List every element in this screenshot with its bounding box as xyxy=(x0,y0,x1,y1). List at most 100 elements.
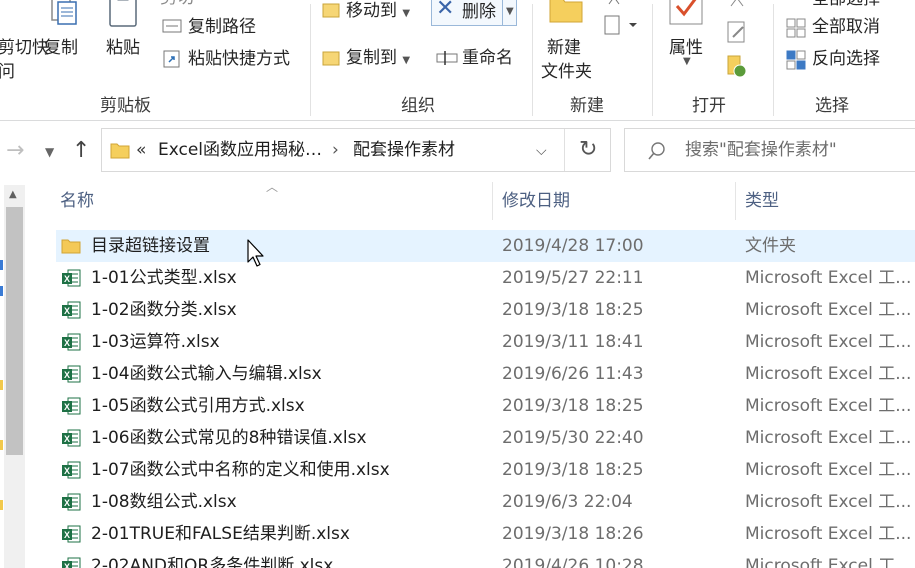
excel-icon: X xyxy=(62,557,81,568)
file-modified-date: 2019/5/27 22:11 xyxy=(502,268,644,288)
column-header-date[interactable]: 修改日期 xyxy=(502,190,570,212)
new-folder-label-1[interactable]: 新建 xyxy=(547,38,581,58)
address-bar[interactable]: « Excel函数应用揭秘… › 配套操作素材 ⌵ ↻ xyxy=(101,128,611,172)
edit-icon[interactable] xyxy=(725,20,749,44)
file-modified-date: 2019/4/28 17:00 xyxy=(502,236,644,256)
svg-text:X: X xyxy=(64,530,70,540)
delete-button[interactable]: ✕ 删除 ▼ xyxy=(431,0,517,26)
clipboard-group-label: 剪贴板 xyxy=(100,96,151,116)
open-icon[interactable] xyxy=(727,0,747,8)
svg-text:X: X xyxy=(64,498,70,508)
copy-to-button[interactable]: 复制到 ▼ xyxy=(346,48,410,71)
nav-pane-scrollbar[interactable]: ▲ xyxy=(4,185,25,568)
excel-icon: X xyxy=(62,301,81,319)
file-name: 1-07函数公式中名称的定义和使用.xlsx xyxy=(91,460,390,480)
column-header-type[interactable]: 类型 xyxy=(745,190,779,212)
file-name: 1-05函数公式引用方式.xlsx xyxy=(91,396,305,416)
address-dropdown-chevron-icon[interactable]: ⌵ xyxy=(536,143,547,159)
address-divider xyxy=(564,129,565,171)
move-to-label: 移动到 xyxy=(346,1,397,21)
column-divider[interactable] xyxy=(492,182,493,220)
file-row[interactable]: X 1-04函数公式输入与编辑.xlsx 2019/6/26 11:43 Micros… xyxy=(56,358,915,390)
excel-icon: X xyxy=(62,269,81,287)
file-row[interactable]: X 1-01公式类型.xlsx 2019/5/27 22:11 Microsoft E… xyxy=(56,262,915,294)
up-arrow-icon[interactable]: ↑ xyxy=(72,140,90,162)
file-type: Microsoft Excel 工... xyxy=(745,492,912,512)
chevron-down-icon[interactable]: ▼ xyxy=(506,6,514,17)
file-type: Microsoft Excel 工... xyxy=(745,460,912,480)
search-box[interactable]: 搜索"配套操作素材" xyxy=(624,128,915,172)
cut-button-label[interactable]: 剪切快 xyxy=(0,38,49,58)
file-row[interactable]: X 2-01TRUE和FALSE结果判断.xlsx 2019/3/18 18:26 M… xyxy=(56,518,915,550)
svg-text:X: X xyxy=(64,274,70,284)
paste-shortcut-button[interactable]: 粘贴快捷方式 xyxy=(188,49,290,69)
file-row[interactable]: X 1-02函数分类.xlsx 2019/3/18 18:25 Microsoft E… xyxy=(56,294,915,326)
move-to-button[interactable]: 移动到 ▼ xyxy=(346,1,410,24)
select-none-icon xyxy=(786,18,806,38)
column-divider[interactable] xyxy=(735,182,736,220)
chevron-down-icon[interactable]: ▼ xyxy=(683,56,691,67)
file-type: Microsoft Excel 工... xyxy=(745,300,912,320)
file-type: Microsoft Excel 工... xyxy=(745,364,912,384)
file-modified-date: 2019/3/18 18:25 xyxy=(502,396,644,416)
file-row[interactable]: X 1-03运算符.xlsx 2019/3/11 18:41 Microsoft Ex… xyxy=(56,326,915,358)
delete-icon: ✕ xyxy=(436,0,455,21)
history-icon[interactable] xyxy=(725,54,749,80)
file-modified-date: 2019/3/18 18:26 xyxy=(502,524,644,544)
copy-path-button[interactable]: 复制路径 xyxy=(188,17,256,37)
file-modified-date: 2019/6/3 22:04 xyxy=(502,492,633,512)
file-name: 1-02函数分类.xlsx xyxy=(91,300,237,320)
delete-label: 删除 xyxy=(462,2,496,22)
copy-icon xyxy=(51,0,77,25)
file-list[interactable]: ︿ 名称 修改日期 类型 目录超链接设置 2019/4/28 17:00 文件夹 X 1… xyxy=(30,180,915,568)
file-row[interactable]: X 2-02AND和OR多条件判断.xlsx 2019/4/26 10:28 Micr… xyxy=(56,550,915,568)
rename-button[interactable]: 重命名 xyxy=(462,48,513,68)
copy-path-icon xyxy=(162,19,182,33)
file-name: 1-08数组公式.xlsx xyxy=(91,492,237,512)
search-input[interactable]: 搜索"配套操作素材" xyxy=(685,140,837,160)
copy-button[interactable]: 复制 xyxy=(44,38,78,58)
breadcrumb-overflow[interactable]: « xyxy=(136,140,146,160)
file-row[interactable]: X 1-08数组公式.xlsx 2019/6/3 22:04 Microsoft Ex… xyxy=(56,486,915,518)
select-none-button[interactable]: 全部取消 xyxy=(812,17,880,37)
breadcrumb-item-current[interactable]: 配套操作素材 xyxy=(353,140,455,160)
new-folder-label-2[interactable]: 文件夹 xyxy=(541,62,592,82)
file-row[interactable]: X 1-07函数公式中名称的定义和使用.xlsx 2019/3/18 18:25 Mi… xyxy=(56,454,915,486)
excel-icon: X xyxy=(62,429,81,447)
paste-icon xyxy=(109,0,137,27)
file-name: 1-03运算符.xlsx xyxy=(91,332,220,352)
file-row[interactable]: X 1-06函数公式常见的8种错误值.xlsx 2019/5/30 22:40 Mic… xyxy=(56,422,915,454)
folder-icon xyxy=(110,143,130,159)
easy-access-icon[interactable] xyxy=(603,14,639,36)
mouse-cursor-icon xyxy=(247,239,264,267)
paste-button[interactable]: 粘贴 xyxy=(106,38,140,58)
svg-text:X: X xyxy=(64,402,70,412)
invert-selection-button[interactable]: 反向选择 xyxy=(812,49,880,69)
copy-to-label: 复制到 xyxy=(346,48,397,68)
forward-arrow-icon[interactable]: → xyxy=(6,140,24,162)
properties-button[interactable]: 属性 xyxy=(669,38,703,58)
refresh-icon[interactable]: ↻ xyxy=(579,137,597,163)
organize-group-label: 组织 xyxy=(401,96,435,116)
cut-button-label-2[interactable]: 问 xyxy=(0,62,15,82)
ribbon: 剪切快 问 复制 粘贴 剪切 复制路径 粘贴快捷方式 剪贴板 移动到 ▼ ✕ 删… xyxy=(0,0,915,121)
file-type: Microsoft Excel 工... xyxy=(745,524,912,544)
search-icon xyxy=(648,142,665,160)
breadcrumb-item-parent[interactable]: Excel函数应用揭秘… xyxy=(158,140,322,160)
file-type: Microsoft Excel 工... xyxy=(745,268,912,288)
recent-locations-chevron-icon[interactable]: ▼ xyxy=(45,141,54,163)
select-all-button[interactable]: 全部选择 xyxy=(812,0,880,9)
file-name: 2-02AND和OR多条件判断.xlsx xyxy=(91,556,334,568)
new-item-icon[interactable] xyxy=(605,0,623,6)
group-separator xyxy=(652,4,653,116)
file-row[interactable]: 目录超链接设置 2019/4/28 17:00 文件夹 xyxy=(56,230,915,262)
breadcrumb-separator[interactable]: › xyxy=(332,140,339,160)
file-type: Microsoft Excel 工... xyxy=(745,428,912,448)
file-row[interactable]: X 1-05函数公式引用方式.xlsx 2019/3/18 18:25 Microso… xyxy=(56,390,915,422)
file-type: Microsoft Excel 工... xyxy=(745,332,912,352)
folder-icon xyxy=(61,239,81,254)
copy-to-icon xyxy=(322,51,340,66)
column-header-name[interactable]: 名称 xyxy=(60,190,94,212)
scrollbar-thumb[interactable] xyxy=(6,207,23,455)
scroll-up-arrow-icon[interactable]: ▲ xyxy=(9,189,17,200)
